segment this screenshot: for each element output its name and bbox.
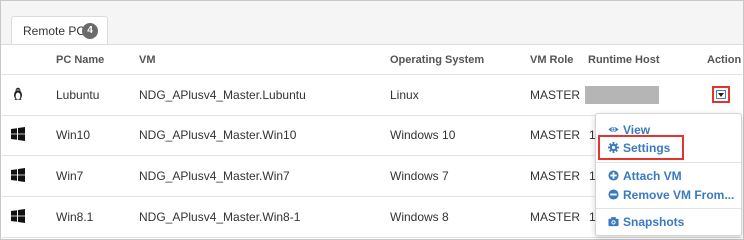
windows-icon [11,168,25,182]
menu-item-label: Snapshots [623,215,685,229]
plus-circle-icon [608,170,619,181]
vm-cell: NDG_APlusv4_Master.Lubuntu [139,88,306,102]
tab-label: Remote PC [23,24,86,38]
eye-icon [608,126,619,133]
menu-item-attach-vm[interactable]: Attach VM [596,167,741,185]
menu-item-label: Remove VM From... [623,188,735,202]
count-badge: 4 [82,23,98,39]
column-header-action: Action [707,54,742,66]
caret-down-icon [718,93,724,97]
runtime-host-redacted [585,86,659,104]
table-row: Lubuntu NDG_APlusv4_Master.Lubuntu Linux… [2,74,742,116]
pc-name-cell: Win7 [56,169,84,183]
camera-icon [608,217,619,227]
vm-role-cell: MASTER [530,210,581,224]
menu-item-snapshots[interactable]: Snapshots [596,213,741,231]
vm-cell: NDG_APlusv4_Master.Win8-1 [139,210,301,224]
dropdown-toggle[interactable] [716,90,726,99]
column-header-vm-role: VM Role [530,54,574,66]
action-dropdown-button[interactable] [712,86,730,103]
pc-name-cell: Win8.1 [56,210,94,224]
vm-cell: NDG_APlusv4_Master.Win7 [139,169,290,183]
os-cell: Windows 10 [390,128,456,142]
os-cell: Linux [390,88,419,102]
pc-name-cell: Lubuntu [56,88,100,102]
vm-cell: NDG_APlusv4_Master.Win10 [139,128,297,142]
os-cell: Windows 7 [390,169,449,183]
vm-role-cell: MASTER [530,88,581,102]
action-menu: View Settings Attach VM Remove VM From..… [595,113,742,236]
menu-item-remove-vm[interactable]: Remove VM From... [596,186,741,204]
column-header-os: Operating System [390,54,485,66]
menu-divider [596,208,741,209]
pc-name-cell: Win10 [56,128,91,142]
column-header-vm: VM [139,54,156,66]
vm-role-cell: MASTER [530,169,581,183]
minus-circle-icon [608,189,619,200]
windows-icon [11,127,25,141]
tab-remote-pc[interactable]: Remote PC 4 [11,16,108,44]
linux-icon [14,87,22,100]
settings-highlight [598,135,684,160]
tab-bar: Remote PC 4 [1,1,743,45]
column-header-runtime-host: Runtime Host [588,54,660,66]
os-cell: Windows 8 [390,210,449,224]
menu-item-label: Attach VM [623,169,682,183]
remote-pc-panel: Remote PC 4 PC Name VM Operating System … [0,0,744,240]
column-header-pc-name: PC Name [56,54,105,66]
vm-role-cell: MASTER [530,128,581,142]
windows-icon [11,209,25,223]
menu-divider [596,162,741,163]
